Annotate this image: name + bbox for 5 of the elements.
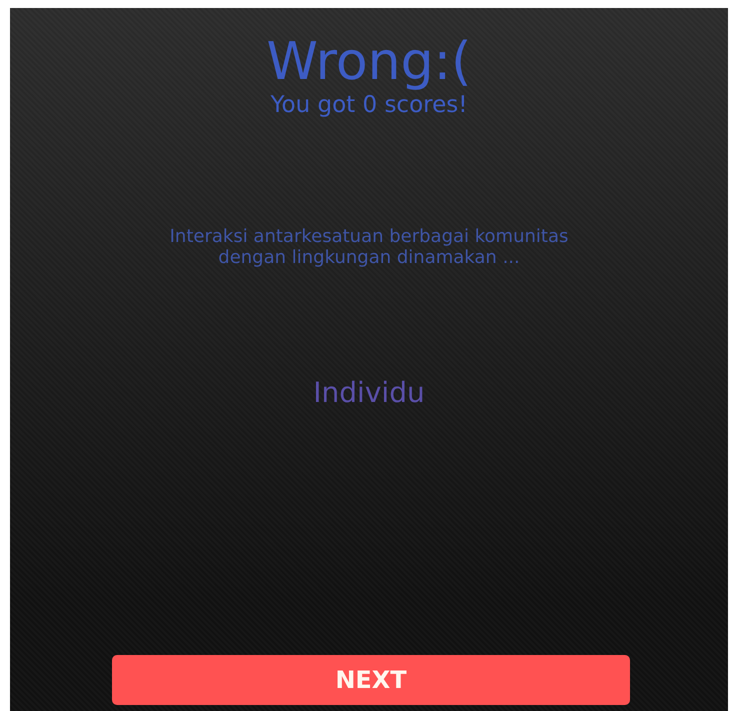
answer-text: Individu	[313, 376, 425, 409]
score-message: You got 0 scores!	[270, 92, 468, 118]
next-button[interactable]: NEXT	[112, 655, 630, 705]
question-text: Interaksi antarkesatuan berbagai komunitas dengan lingkungan dinamakan ...	[168, 226, 570, 268]
result-title: Wrong:(	[266, 36, 472, 88]
